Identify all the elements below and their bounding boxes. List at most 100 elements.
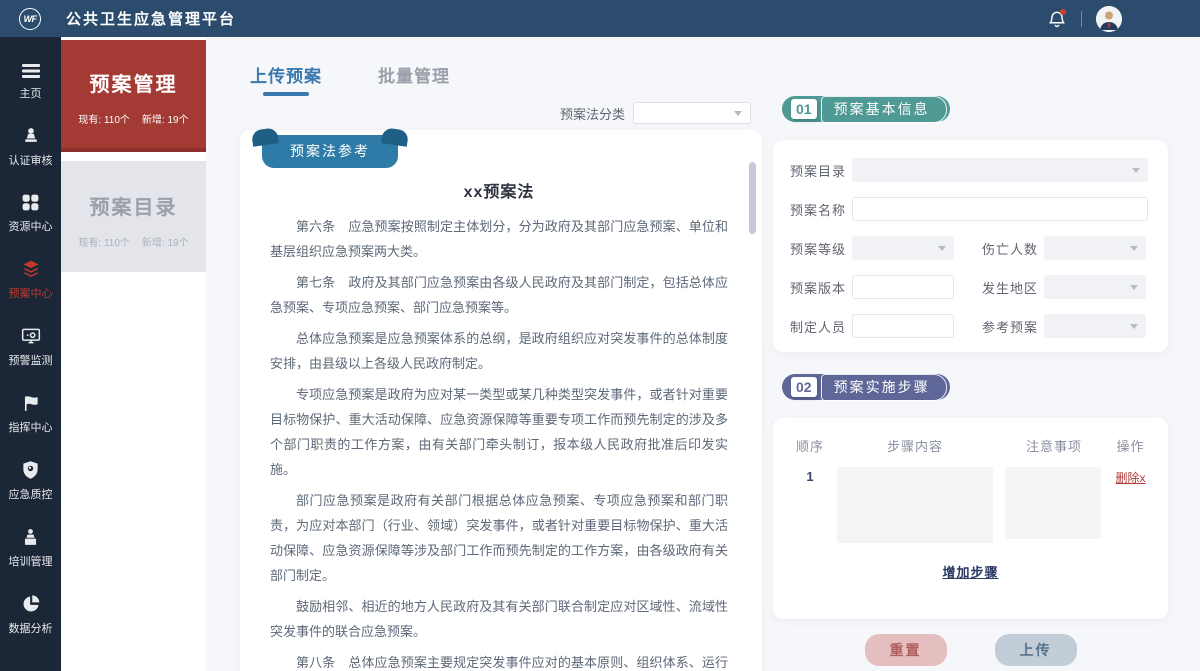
user-avatar[interactable] [1096,6,1122,32]
plan-management-title: 预案管理 [90,68,178,97]
platform-title: 公共卫生应急管理平台 [66,8,236,29]
plan-new-count: 新增: 19个 [142,111,189,126]
chevron-down-icon [1130,246,1138,251]
catalog-existing-count: 现有: 110个 [78,234,130,249]
plan-law-category-select[interactable] [633,102,751,124]
chevron-down-icon [1130,285,1138,290]
step-content-cell [831,467,999,548]
menu-icon [21,63,41,79]
field-label: 预案目录 [790,161,852,180]
trainer-icon [21,527,40,547]
sidebar-item-plans[interactable]: 预案中心 [0,259,61,301]
sidebar-item-label: 预案中心 [9,285,53,301]
implementation-steps-card: 顺序 步骤内容 注意事项 操作 1 删除x 增加步骤 [773,418,1168,619]
catalog-new-count: 新增: 19个 [142,234,189,249]
logo-text: WF [24,14,37,24]
document-paragraph: 专项应急预案是政府为应对某一类型或某几种类型突发事件，或者针对重要目标物保护、重… [270,382,728,482]
chevron-down-icon [734,111,742,116]
section-basic-info-header: 01 预案基本信息 [782,96,950,122]
sidebar-item-command[interactable]: 指挥中心 [0,393,61,435]
field-label: 预案等级 [790,239,852,258]
upload-button[interactable]: 上传 [995,634,1077,666]
author-input[interactable] [852,314,954,338]
steps-header-action: 操作 [1109,432,1152,467]
plan-management-panel[interactable]: 预案管理 现有: 110个 新增: 19个 [61,40,206,152]
step-content-textarea[interactable] [837,467,993,543]
step-note-textarea[interactable] [1005,467,1101,539]
reference-plan-select[interactable] [1044,314,1146,338]
plan-law-reference-card: 预案法参考 xx预案法 第六条 应急预案按照制定主体划分，分为政府及其部门应急预… [240,130,762,671]
steps-header-order: 顺序 [789,432,831,467]
stamp-icon [21,126,41,146]
sidebar-item-training[interactable]: 培训管理 [0,527,61,569]
field-label: 制定人员 [790,317,852,336]
document-paragraph: 第七条 政府及其部门应急预案由各级人民政府及其部门制定，包括总体应急预案、专项应… [270,270,728,320]
reset-button[interactable]: 重置 [865,634,947,666]
flag-icon [21,393,40,413]
sidebar-nav: 主页 认证审核 资源中心 预案中心 预警监测 指挥中心 应急质控 [0,37,61,671]
section-number: 02 [791,377,817,397]
tab-upload-plan[interactable]: 上传预案 [250,62,322,96]
topbar-divider [1081,11,1082,27]
pie-chart-icon [21,594,41,614]
document-title: xx预案法 [270,178,728,202]
incident-region-select[interactable] [1044,275,1146,299]
document-body: xx预案法 第六条 应急预案按照制定主体划分，分为政府及其部门应急预案、单位和基… [240,130,762,671]
sidebar-item-label: 认证审核 [9,152,53,168]
sidebar-item-label: 指挥中心 [9,419,53,435]
chevron-down-icon [938,246,946,251]
layers-icon [21,259,41,279]
document-paragraph: 总体应急预案是应急预案体系的总纲，是政府组织应对突发事件的总体制度安排，由县级以… [270,326,728,376]
platform-logo: WF [19,8,41,30]
document-paragraph: 第六条 应急预案按照制定主体划分，分为政府及其部门应急预案、单位和基层组织应急预… [270,214,728,264]
sidebar-item-monitoring[interactable]: 预警监测 [0,326,61,368]
section-number: 01 [791,99,817,119]
tab-batch-management[interactable]: 批量管理 [378,62,450,96]
chevron-down-icon [1132,168,1140,173]
form-actions: 重置 上传 [773,634,1168,666]
chevron-down-icon [1130,324,1138,329]
sidebar-item-label: 预警监测 [9,352,53,368]
plan-law-filter: 预案法分类 [560,102,751,124]
section-title: 预案实施步骤 [821,374,947,401]
field-label: 参考预案 [982,317,1044,336]
casualty-count-select[interactable] [1044,236,1146,260]
field-label: 预案名称 [790,200,852,219]
field-label: 发生地区 [982,278,1044,297]
plan-catalog-title: 预案目录 [90,191,178,220]
sidebar-item-label: 资源中心 [9,218,53,234]
plan-summary-column: 预案管理 现有: 110个 新增: 19个 预案目录 现有: 110个 新增: … [61,37,206,671]
plan-law-reference-ribbon: 预案法参考 [262,135,398,168]
sidebar-item-label: 数据分析 [9,620,53,636]
section-steps-header: 02 预案实施步骤 [782,374,950,400]
document-scrollbar-thumb[interactable] [749,162,756,234]
plan-version-input[interactable] [852,275,954,299]
topbar: WF 公共卫生应急管理平台 [0,0,1200,37]
sidebar-item-quality[interactable]: 应急质控 [0,460,61,502]
notification-dot [1060,9,1066,15]
section-title: 预案基本信息 [821,96,947,123]
sidebar-item-certification[interactable]: 认证审核 [0,126,61,168]
add-step-link[interactable]: 增加步骤 [942,565,998,580]
delete-step-link[interactable]: 删除x [1109,467,1152,548]
notification-bell-icon[interactable] [1047,9,1067,29]
sidebar-item-home[interactable]: 主页 [0,63,61,101]
document-paragraph: 鼓励相邻、相近的地方人民政府及其有关部门联合制定应对区域性、流域性突发事件的联合… [270,594,728,644]
plan-level-select[interactable] [852,236,954,260]
steps-header-note: 注意事项 [999,432,1109,467]
steps-header-content: 步骤内容 [831,432,999,467]
document-paragraph: 部门应急预案是政府有关部门根据总体应急预案、专项应急预案和部门职责，为应对本部门… [270,488,728,588]
step-order-number: 1 [789,467,831,548]
plan-existing-count: 现有: 110个 [78,111,130,126]
plan-catalog-select[interactable] [852,158,1148,182]
add-step-row: 增加步骤 [789,562,1152,581]
grid-icon [21,193,40,212]
sidebar-item-label: 应急质控 [9,486,53,502]
sidebar-item-resources[interactable]: 资源中心 [0,193,61,234]
plan-tabs: 上传预案 批量管理 [250,62,450,96]
field-label: 伤亡人数 [982,239,1044,258]
plan-name-input[interactable] [852,197,1148,221]
plan-catalog-panel[interactable]: 预案目录 现有: 110个 新增: 19个 [61,161,206,272]
sidebar-item-analytics[interactable]: 数据分析 [0,594,61,636]
steps-table: 顺序 步骤内容 注意事项 操作 1 删除x [789,432,1152,548]
